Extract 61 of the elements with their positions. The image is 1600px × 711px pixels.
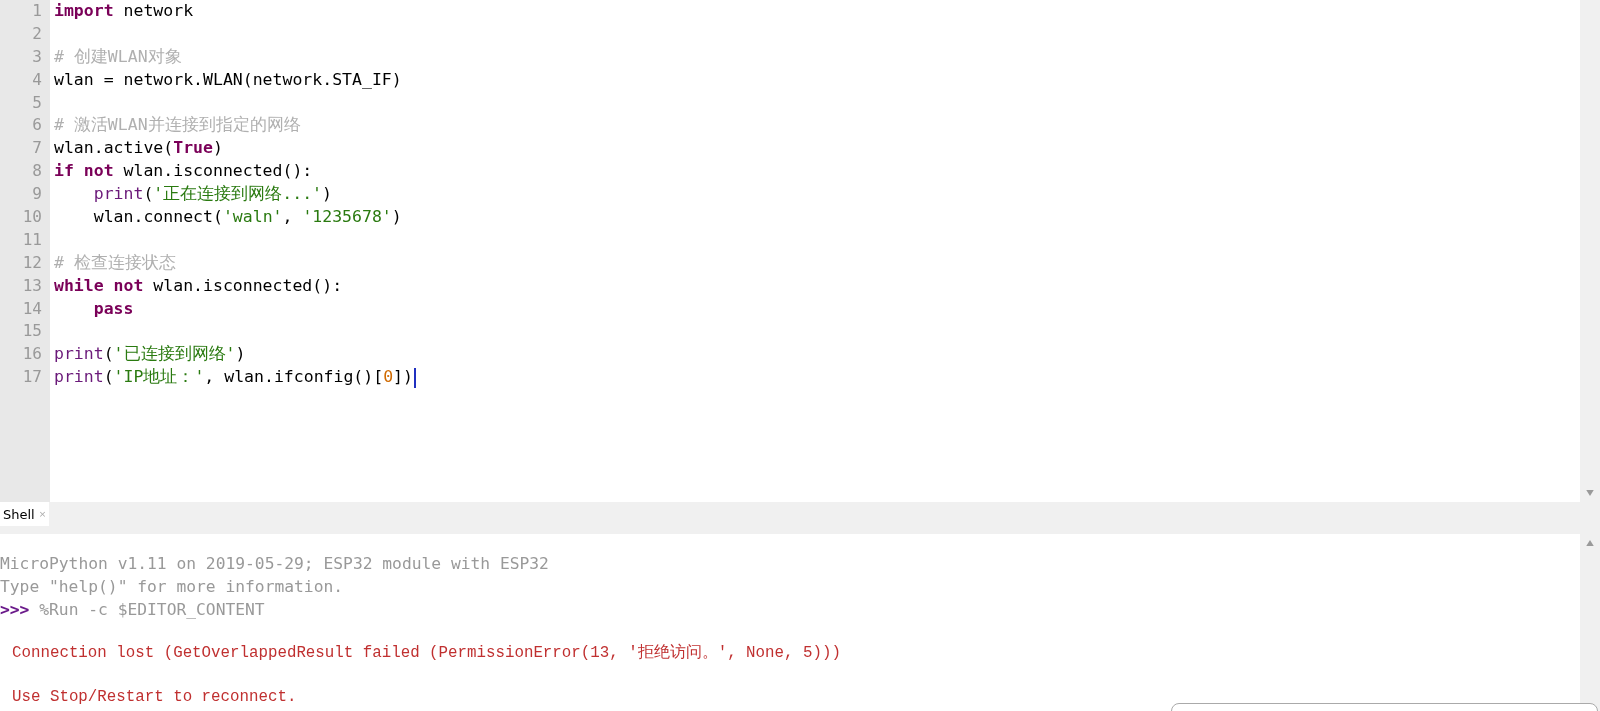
line-number: 12: [21, 251, 43, 274]
code-text: wlan = network.WLAN(network.STA_IF): [54, 68, 402, 91]
line-number: 15: [21, 320, 43, 343]
code-text: ]): [393, 366, 413, 389]
code-string: 'waln': [222, 206, 283, 228]
code-keyword: while not: [54, 274, 144, 297]
code-text: (: [103, 343, 114, 366]
error-message: Connection lost (GetOverlappedResult failed (PermissionError(13, '拒绝访问。', None, 5))): [11, 642, 841, 664]
code-builtin: print: [54, 343, 104, 366]
scroll-up-arrow-icon[interactable]: [1586, 540, 1594, 546]
code-text: wlan.connect(: [93, 206, 223, 228]
code-text: wlan.active(: [54, 137, 174, 160]
code-text: (: [103, 366, 114, 389]
code-text: ): [391, 206, 402, 228]
code-text: wlan.isconnected():: [123, 160, 313, 183]
code-keyword: import: [54, 0, 114, 22]
scrollbar[interactable]: [1580, 0, 1600, 502]
code-builtin: print: [93, 183, 144, 206]
code-keyword: True: [173, 137, 213, 160]
scroll-down-arrow-icon[interactable]: [1586, 490, 1594, 496]
line-number: 10: [21, 206, 43, 228]
code-text: , wlan.ifconfig()[: [204, 366, 384, 389]
shell-output-line: MicroPython v1.11 on 2019-05-29; ESP32 module with ESP32: [0, 553, 550, 575]
line-number: 17: [21, 366, 43, 389]
line-number: 14: [21, 297, 43, 320]
code-number: 0: [383, 366, 394, 389]
shell-command: %Run -c $EDITOR_CONTENT: [38, 600, 265, 619]
line-number: 13: [21, 274, 43, 297]
code-comment: # 创建WLAN对象: [54, 45, 182, 68]
code-text: network: [123, 0, 194, 22]
line-number: 5: [31, 91, 43, 114]
line-number: 2: [31, 22, 43, 45]
code-text: (: [143, 183, 154, 206]
code-keyword: if not: [54, 160, 114, 183]
code-text: ): [235, 343, 246, 366]
code-string: '1235678': [302, 206, 392, 228]
code-string: '正在连接到网络...': [153, 183, 323, 206]
code-string: 'IP地址：': [113, 366, 205, 389]
code-text: ): [212, 137, 223, 160]
line-number: 9: [31, 183, 43, 206]
code-comment: # 检查连接状态: [54, 251, 176, 274]
line-number: 16: [21, 343, 43, 366]
code-comment: # 激活WLAN并连接到指定的网络: [54, 114, 301, 137]
code-text: wlan.isconnected():: [153, 274, 343, 297]
code-text: ,: [282, 206, 294, 228]
shell-output-line: Type "help()" for more information.: [0, 576, 345, 598]
line-number: 11: [21, 228, 43, 251]
shell-prompt: >>>: [0, 600, 30, 619]
line-number: 7: [31, 137, 43, 160]
line-number: 3: [31, 45, 43, 68]
code-builtin: print: [54, 366, 104, 389]
code-string: '已连接到网络': [113, 343, 236, 366]
code-text: ): [322, 183, 332, 206]
line-number: 4: [31, 68, 43, 91]
shell-tab[interactable]: Shell ×: [0, 502, 50, 526]
line-number: 6: [31, 114, 43, 137]
line-number: 1: [31, 0, 43, 22]
code-keyword: pass: [93, 297, 134, 320]
scrollbar[interactable]: [1580, 534, 1600, 711]
error-message: Use Stop/Restart to reconnect.: [11, 687, 297, 708]
line-number: 8: [31, 160, 43, 183]
